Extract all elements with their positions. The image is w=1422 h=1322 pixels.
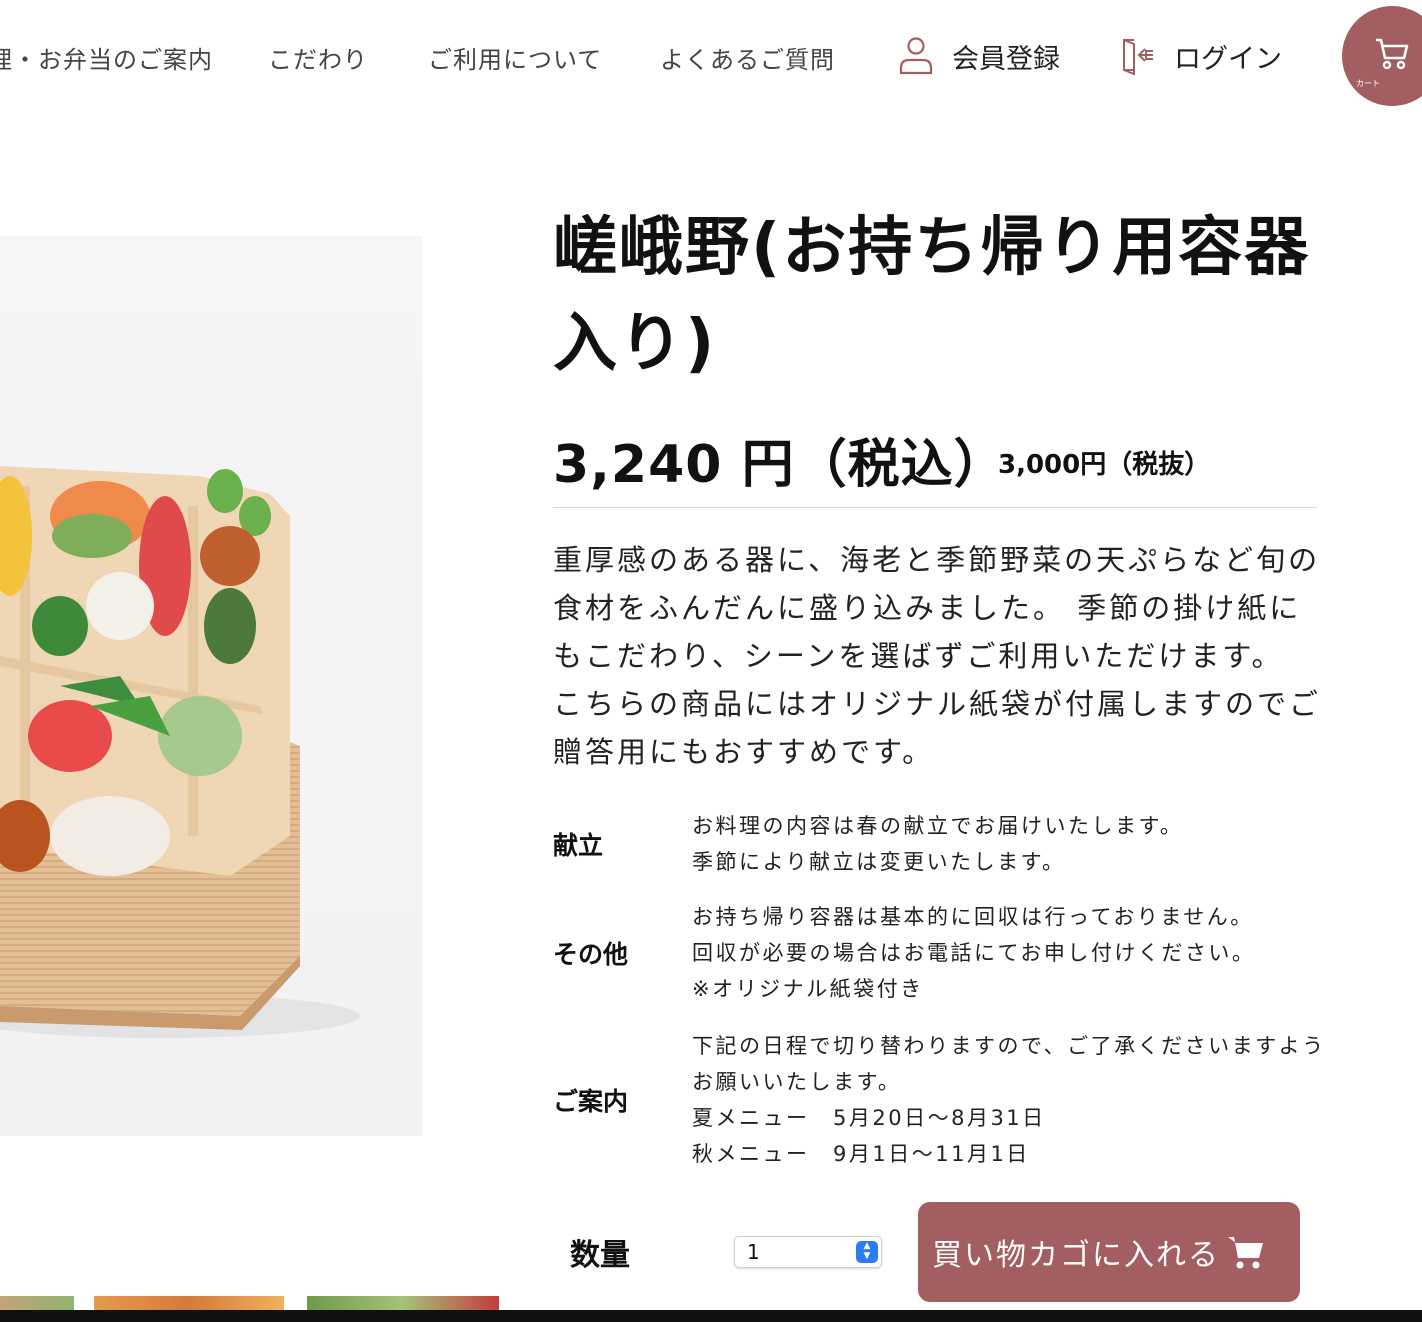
product-title: 嵯峨野(お持ち帰り用容器入り) xyxy=(553,211,1311,381)
info-text-line: お願いいたします。 xyxy=(692,1070,902,1094)
info-text-line: お料理の内容は春の献立でお届けいたします。 xyxy=(692,814,1184,838)
info-text-line: 秋メニュー 9月1日〜11月1日 xyxy=(692,1142,1030,1166)
nav-link-usage[interactable]: ご利用について xyxy=(428,40,602,75)
nav-link-commitment[interactable]: こだわり xyxy=(268,40,368,75)
product-description: 重厚感のある器に、海老と季節野菜の天ぷらなど旬の食材をふんだんに盛り込みました。… xyxy=(553,543,1322,769)
select-arrows-icon: ▲ ▼ xyxy=(856,1241,878,1263)
thumbnail-3[interactable] xyxy=(307,1296,499,1310)
info-text-line: 夏メニュー 5月20日〜8月31日 xyxy=(692,1106,1046,1130)
quantity-select[interactable]: 1 ▲ ▼ xyxy=(734,1236,882,1268)
cart-button[interactable]: カート xyxy=(1342,6,1422,106)
info-label-menu: 献立 xyxy=(553,831,604,860)
info-text-line: 回収が必要の場合はお電話にてお申し付けください。 xyxy=(692,941,1256,965)
register-label: 会員登録 xyxy=(952,43,1060,75)
login-link[interactable]: ログイン xyxy=(1120,36,1282,76)
cart-caption: カート xyxy=(1356,79,1380,88)
register-link[interactable]: 会員登録 xyxy=(898,36,1060,76)
quantity-label: 数量 xyxy=(570,1238,630,1273)
login-label: ログイン xyxy=(1174,43,1282,75)
person-icon xyxy=(898,36,934,76)
price-tax-excluded: 3,000円（税抜） xyxy=(998,450,1211,480)
info-text-line: 下記の日程で切り替わりますので、ご了承くださいますよう xyxy=(692,1034,1326,1058)
add-to-cart-label: 買い物カゴに入れる xyxy=(932,1238,1220,1273)
info-label-guide: ご案内 xyxy=(553,1087,629,1116)
product-photo xyxy=(0,236,422,1136)
thumbnail-2[interactable] xyxy=(94,1296,284,1310)
price-tax-included: 3,240 円（税込） xyxy=(553,435,1007,495)
info-text-line: 季節により献立は変更いたします。 xyxy=(692,850,1066,874)
quantity-value: 1 xyxy=(747,1240,760,1264)
info-text-line: お持ち帰り容器は基本的に回収は行っておりません。 xyxy=(692,905,1254,929)
thumbnail-1[interactable] xyxy=(0,1296,74,1310)
info-text-line: ※オリジナル紙袋付き xyxy=(692,977,924,1001)
info-label-other: その他 xyxy=(553,940,629,969)
login-icon xyxy=(1120,36,1156,76)
bottom-bar xyxy=(0,1310,1422,1322)
add-to-cart-button[interactable]: 買い物カゴに入れる xyxy=(918,1202,1300,1302)
nav-link-menu[interactable]: 理・お弁当のご案内 xyxy=(0,40,213,75)
nav-link-faq[interactable]: よくあるご質問 xyxy=(660,40,835,75)
divider xyxy=(553,507,1317,508)
cart-icon xyxy=(1226,1232,1266,1272)
